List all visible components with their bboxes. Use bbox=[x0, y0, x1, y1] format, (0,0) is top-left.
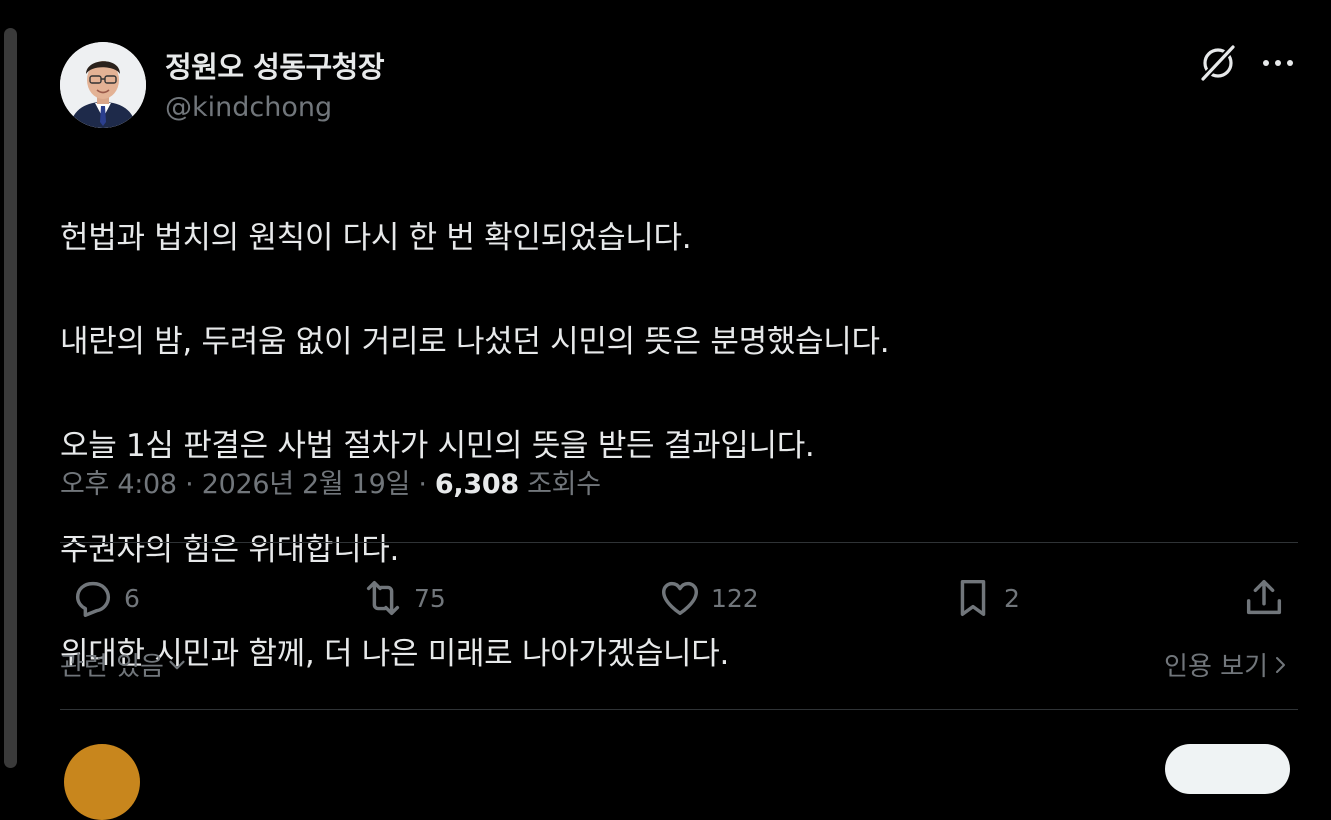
bookmark-count: 2 bbox=[1004, 583, 1020, 613]
author-handle[interactable]: @kindchong bbox=[165, 92, 332, 123]
avatar[interactable] bbox=[60, 42, 146, 128]
repost-count: 75 bbox=[414, 583, 446, 613]
view-quotes-link[interactable]: 인용 보기 bbox=[1164, 646, 1292, 683]
grok-icon[interactable] bbox=[1198, 42, 1238, 82]
post: 정원오 성동구청장 @kindchong 헌법과 법치의 원칙이 다시 한 번 … bbox=[60, 0, 1298, 820]
reply-count: 6 bbox=[124, 583, 140, 613]
scrollbar[interactable] bbox=[0, 0, 22, 768]
post-line: 위대한 시민과 함께, 더 나은 미래로 나아가겠습니다. bbox=[60, 636, 730, 672]
more-icon[interactable] bbox=[1258, 50, 1298, 76]
reply-avatar[interactable] bbox=[64, 744, 140, 820]
reply-icon bbox=[75, 581, 111, 617]
author-display-name[interactable]: 정원오 성동구청장 bbox=[165, 44, 385, 86]
chevron-right-icon bbox=[1276, 656, 1285, 673]
post-line: 내란의 밤, 두려움 없이 거리로 나섰던 시민의 뜻은 분명했습니다. bbox=[60, 324, 890, 360]
related-dropdown[interactable]: 관련 있음 bbox=[60, 646, 190, 683]
post-line: 주권자의 힘은 위대합니다. bbox=[60, 532, 400, 568]
meta-separator: · bbox=[185, 469, 194, 500]
post-line: 헌법과 법치의 원칙이 다시 한 번 확인되었습니다. bbox=[60, 220, 692, 256]
like-count: 122 bbox=[711, 583, 759, 613]
bookmark-button[interactable]: 2 bbox=[950, 570, 1020, 626]
action-bar: 6 75 122 2 bbox=[60, 570, 1298, 626]
meta-separator: · bbox=[418, 469, 427, 500]
reply-button-partial[interactable] bbox=[1165, 744, 1290, 794]
chevron-down-icon bbox=[169, 660, 185, 669]
repost-button[interactable]: 75 bbox=[360, 570, 446, 626]
view-quotes-label: 인용 보기 bbox=[1164, 652, 1268, 682]
post-time[interactable]: 오후 4:08 bbox=[60, 469, 177, 500]
bookmark-icon bbox=[960, 579, 986, 617]
view-count: 6,308 bbox=[434, 469, 519, 500]
post-text: 헌법과 법치의 원칙이 다시 한 번 확인되었습니다. 내란의 밤, 두려움 없… bbox=[60, 160, 1290, 732]
share-button[interactable] bbox=[1241, 570, 1287, 626]
divider bbox=[60, 542, 1298, 543]
share-icon bbox=[1246, 579, 1282, 615]
divider bbox=[60, 709, 1298, 710]
heart-icon bbox=[661, 581, 699, 616]
repost-icon bbox=[366, 580, 400, 616]
post-meta: 오후 4:08 · 2026년 2월 19일 · 6,308 조회수 bbox=[60, 462, 601, 501]
post-date[interactable]: 2026년 2월 19일 bbox=[202, 469, 411, 500]
view-count-label: 조회수 bbox=[527, 469, 601, 500]
reply-button[interactable]: 6 bbox=[70, 570, 140, 626]
related-label: 관련 있음 bbox=[60, 652, 164, 682]
like-button[interactable]: 122 bbox=[657, 570, 759, 626]
scrollbar-thumb[interactable] bbox=[4, 28, 17, 768]
